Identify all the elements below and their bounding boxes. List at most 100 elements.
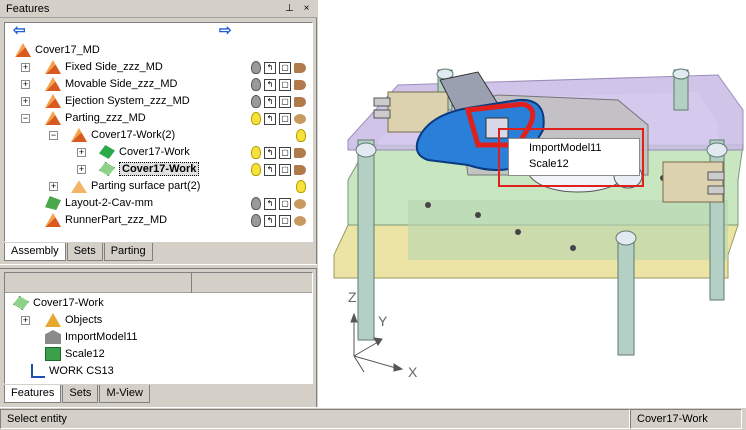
tree-node[interactable]: Cover17_MD [15, 42, 100, 58]
tree-node[interactable]: Movable Side_zzz_MD [45, 76, 178, 92]
tree-node[interactable]: WORK CS13 [31, 363, 114, 379]
mold-model[interactable]: Z Y X [318, 0, 746, 407]
header-column[interactable] [5, 273, 192, 293]
screw [373, 109, 391, 119]
expand-button[interactable]: + [21, 80, 30, 89]
features-panel-header: Features ⊥ × [0, 0, 317, 18]
visibility-bulb-icon[interactable] [251, 163, 261, 176]
status-active-part: Cover17-Work [630, 409, 742, 429]
expand-button[interactable]: + [77, 148, 86, 157]
visibility-bulb-icon[interactable] [251, 95, 261, 108]
pin-icon[interactable] [294, 62, 306, 73]
graphics-viewport[interactable]: Z Y X ImportModel11 Scale12 [318, 0, 746, 407]
part-icon [13, 296, 29, 310]
tree-node-label: Cover17-Work [119, 146, 190, 158]
header-column[interactable] [192, 273, 312, 293]
pin-icon[interactable] [294, 215, 306, 226]
close-icon[interactable]: × [300, 2, 313, 15]
tab-sets-lower[interactable]: Sets [62, 385, 99, 403]
edit-icon[interactable]: ↰ [264, 214, 276, 227]
tree-node[interactable]: Parting surface part(2) [71, 178, 200, 194]
panel-splitter[interactable] [0, 264, 317, 269]
tree-nav: ⇦ ⇨ [5, 23, 312, 41]
edit-icon[interactable]: ↰ [264, 163, 276, 176]
collapse-button[interactable]: − [21, 114, 30, 123]
edit-icon[interactable]: ↰ [264, 112, 276, 125]
edit-icon[interactable]: ↰ [264, 146, 276, 159]
tree-node[interactable]: Layout-2-Cav-mm [45, 195, 153, 211]
pin-icon[interactable]: ⊥ [283, 2, 296, 15]
pin-icon[interactable] [294, 96, 306, 107]
visibility-bulb-icon[interactable] [251, 61, 261, 74]
pin-icon[interactable] [294, 79, 306, 90]
tree-node[interactable]: Scale12 [45, 346, 105, 362]
tree-node[interactable]: Parting_zzz_MD [45, 110, 146, 126]
assembly-icon [45, 94, 61, 108]
pin-icon[interactable] [294, 147, 306, 158]
box-icon[interactable]: ▢ [279, 146, 291, 159]
visibility-bulb-icon[interactable] [251, 197, 261, 210]
collapse-button[interactable]: − [49, 131, 58, 140]
tab-parting[interactable]: Parting [103, 243, 153, 261]
node-flags: ↰ ▢ [251, 112, 306, 125]
tree-node[interactable]: Objects [45, 312, 102, 328]
tree-node[interactable]: Fixed Side_zzz_MD [45, 59, 163, 75]
tree-node[interactable]: ImportModel11 [45, 329, 138, 345]
expand-button[interactable]: + [21, 316, 30, 325]
pin-icon[interactable] [294, 164, 306, 175]
status-message: Select entity [0, 409, 630, 429]
box-icon[interactable]: ▢ [279, 163, 291, 176]
tab-sets[interactable]: Sets [66, 243, 103, 261]
expand-button[interactable]: + [21, 97, 30, 106]
assembly-icon [71, 128, 87, 142]
tab-assembly[interactable]: Assembly [4, 243, 66, 261]
visibility-bulb-icon[interactable] [251, 214, 261, 227]
expand-button[interactable]: + [49, 182, 58, 191]
panel-title: Features [6, 2, 50, 15]
pin-icon[interactable] [294, 113, 306, 124]
expand-button[interactable]: + [21, 63, 30, 72]
tree-node[interactable]: Ejection System_zzz_MD [45, 93, 190, 109]
visibility-bulb-icon[interactable] [251, 78, 261, 91]
arrow-left-icon[interactable]: ⇦ [13, 23, 31, 39]
tree-node-label: Fixed Side_zzz_MD [65, 61, 163, 73]
box-icon[interactable]: ▢ [279, 112, 291, 125]
edit-icon[interactable]: ↰ [264, 61, 276, 74]
box-icon[interactable]: ▢ [279, 61, 291, 74]
popup-item-scale12[interactable]: Scale12 [529, 156, 639, 172]
assembly-icon [45, 213, 61, 227]
tab-m-view[interactable]: M-View [99, 385, 150, 403]
arrow-right-icon[interactable]: ⇨ [219, 23, 237, 39]
box-icon[interactable]: ▢ [279, 78, 291, 91]
tree-node-label: ImportModel11 [65, 331, 138, 343]
box-icon[interactable]: ▢ [279, 197, 291, 210]
tree-node[interactable]: Cover17-Work [13, 295, 104, 311]
visibility-bulb-icon[interactable] [296, 129, 306, 142]
tree-node-label: Objects [65, 314, 103, 326]
tree-node-label: Scale12 [65, 348, 105, 360]
screw [707, 185, 725, 195]
assembly-icon [45, 60, 61, 74]
tree-node[interactable]: Cover17-Work(2) [71, 127, 175, 143]
popup-item-importmodel11[interactable]: ImportModel11 [529, 140, 639, 156]
edit-icon[interactable]: ↰ [264, 95, 276, 108]
edit-icon[interactable]: ↰ [264, 78, 276, 91]
pin-icon[interactable] [294, 198, 306, 209]
tree-node-selected[interactable]: Cover17-Work [99, 161, 200, 177]
box-icon[interactable]: ▢ [279, 95, 291, 108]
visibility-bulb-icon[interactable] [251, 146, 261, 159]
tab-features[interactable]: Features [4, 385, 62, 403]
guide-pillar [357, 139, 375, 341]
slider-block [662, 161, 724, 203]
box-icon[interactable]: ▢ [279, 214, 291, 227]
feature-tree-header [5, 273, 312, 293]
bushing [615, 230, 637, 246]
expand-button[interactable]: + [77, 165, 86, 174]
visibility-bulb-icon[interactable] [296, 180, 306, 193]
tree-node[interactable]: Cover17-Work [99, 144, 190, 160]
axis-y-label: Y [378, 313, 388, 329]
edit-icon[interactable]: ↰ [264, 197, 276, 210]
tree-node[interactable]: RunnerPart_zzz_MD [45, 212, 167, 228]
visibility-bulb-icon[interactable] [251, 112, 261, 125]
objects-icon [45, 313, 61, 327]
